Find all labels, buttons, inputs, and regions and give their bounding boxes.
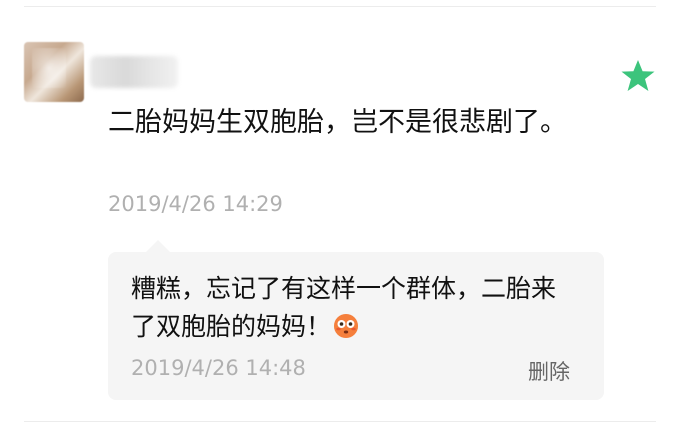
- top-divider: [24, 6, 656, 7]
- post-text: 二胎妈妈生双胞胎，岂不是很悲剧了。: [108, 107, 567, 138]
- avatar[interactable]: [24, 42, 84, 102]
- delete-comment-link[interactable]: 删除: [528, 356, 570, 386]
- star-icon[interactable]: [620, 58, 656, 94]
- comment-pointer: [146, 240, 170, 252]
- post-timestamp: 2019/4/26 14:29: [108, 192, 283, 216]
- blurred-username[interactable]: [90, 56, 178, 88]
- comment-text: 糟糕，忘记了有这样一个群体，二胎来了双胞胎的妈妈！: [131, 270, 571, 346]
- comment-timestamp: 2019/4/26 14:48: [131, 356, 306, 380]
- flushed-face-emoji-icon: [334, 314, 359, 338]
- bottom-divider: [24, 421, 656, 422]
